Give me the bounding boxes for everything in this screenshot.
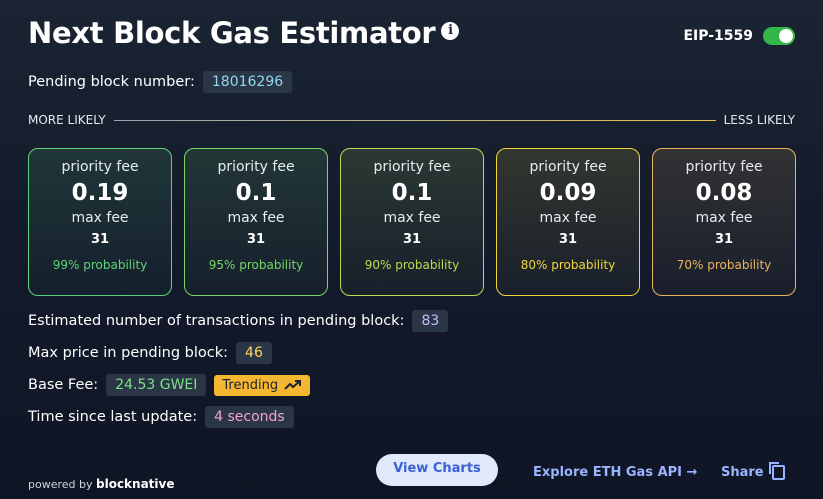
last-update-row: Time since last update: 4 seconds xyxy=(28,404,448,430)
pending-block-number: 18016296 xyxy=(202,71,293,93)
title-text: Next Block Gas Estimator xyxy=(28,16,436,50)
block-stats: Estimated number of transactions in pend… xyxy=(28,308,449,436)
probability-label: 99% probability xyxy=(52,258,148,272)
max-price-row: Max price in pending block: 46 xyxy=(28,340,448,366)
tx-count-row: Estimated number of transactions in pend… xyxy=(28,308,449,334)
page-title: Next Block Gas Estimator i xyxy=(28,16,460,50)
last-update-label: Time since last update: xyxy=(28,409,198,425)
trend-badge: Trending xyxy=(214,374,311,396)
base-fee-row: Base Fee: 24.53 GWEI Trending xyxy=(28,372,448,398)
max-fee-label: max fee xyxy=(71,210,129,226)
more-likely-label: MORE LIKELY xyxy=(28,113,106,127)
powered-by-label: powered by xyxy=(28,478,93,491)
share-button[interactable]: Share xyxy=(721,462,785,480)
copy-icon xyxy=(768,462,785,480)
priority-fee-value: 0.1 xyxy=(235,180,277,206)
estimate-card: priority fee 0.09 max fee 31 80% probabi… xyxy=(496,148,640,296)
max-fee-label: max fee xyxy=(383,210,441,226)
estimate-cards: priority fee 0.19 max fee 31 99% probabi… xyxy=(28,148,796,296)
base-fee-label: Base Fee: xyxy=(28,377,99,393)
priority-fee-label: priority fee xyxy=(61,159,139,175)
max-fee-value: 31 xyxy=(558,232,578,247)
probability-label: 70% probability xyxy=(676,258,772,272)
likelihood-divider xyxy=(113,119,716,121)
estimate-card: priority fee 0.1 max fee 31 90% probabil… xyxy=(340,148,484,296)
trending-up-icon xyxy=(284,380,302,390)
tx-count-value: 83 xyxy=(412,310,449,332)
max-fee-label: max fee xyxy=(695,210,753,226)
max-fee-value: 31 xyxy=(246,232,266,247)
probability-label: 95% probability xyxy=(208,258,304,272)
priority-fee-label: priority fee xyxy=(529,159,607,175)
eip-label: EIP-1559 xyxy=(683,28,753,44)
priority-fee-label: priority fee xyxy=(685,159,763,175)
probability-label: 90% probability xyxy=(364,258,460,272)
powered-by: powered by blocknative xyxy=(28,477,175,491)
trend-label: Trending xyxy=(222,377,279,393)
view-charts-button[interactable]: View Charts xyxy=(376,454,498,486)
max-fee-value: 31 xyxy=(402,232,422,247)
priority-fee-value: 0.19 xyxy=(71,180,129,206)
priority-fee-label: priority fee xyxy=(373,159,451,175)
eip-1559-toggle-group: EIP-1559 xyxy=(683,27,795,45)
pending-block-label: Pending block number: xyxy=(28,74,195,90)
priority-fee-value: 0.09 xyxy=(539,180,597,206)
max-price-label: Max price in pending block: xyxy=(28,345,229,361)
info-icon[interactable]: i xyxy=(441,22,460,40)
eip-1559-toggle[interactable] xyxy=(763,27,795,45)
last-update-value: 4 seconds xyxy=(205,406,294,428)
max-fee-value: 31 xyxy=(90,232,110,247)
max-fee-label: max fee xyxy=(227,210,285,226)
tx-count-label: Estimated number of transactions in pend… xyxy=(28,313,405,329)
estimate-card: priority fee 0.1 max fee 31 95% probabil… xyxy=(184,148,328,296)
max-price-value: 46 xyxy=(236,342,272,364)
pending-block-row: Pending block number: 18016296 xyxy=(28,71,293,93)
less-likely-label: LESS LIKELY xyxy=(723,113,795,127)
priority-fee-value: 0.08 xyxy=(695,180,753,206)
base-fee-value: 24.53 GWEI xyxy=(106,374,207,396)
max-fee-value: 31 xyxy=(714,232,734,247)
blocknative-logo[interactable]: blocknative xyxy=(96,477,175,491)
estimate-card: priority fee 0.08 max fee 31 70% probabi… xyxy=(652,148,796,296)
likelihood-scale: MORE LIKELY LESS LIKELY xyxy=(28,113,795,127)
toggle-knob xyxy=(779,29,793,43)
priority-fee-label: priority fee xyxy=(217,159,295,175)
probability-label: 80% probability xyxy=(520,258,616,272)
priority-fee-value: 0.1 xyxy=(391,180,433,206)
explore-gas-api-link[interactable]: Explore ETH Gas API → xyxy=(533,465,697,480)
estimate-card: priority fee 0.19 max fee 31 99% probabi… xyxy=(28,148,172,296)
max-fee-label: max fee xyxy=(539,210,597,226)
share-label: Share xyxy=(721,465,764,480)
